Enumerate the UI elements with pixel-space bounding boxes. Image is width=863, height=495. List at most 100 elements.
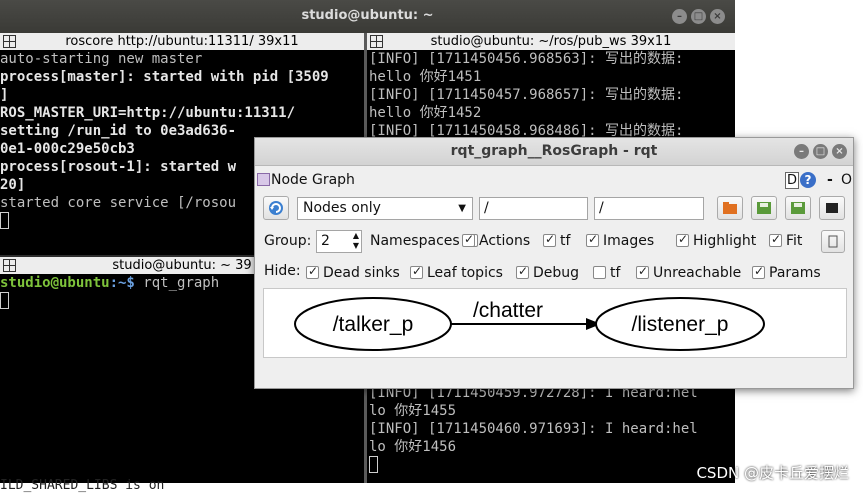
checkbox-label: Actions — [479, 233, 531, 249]
plugin-title: Node Graph — [271, 172, 355, 188]
terminal-line: hello 你好1452 — [369, 105, 482, 121]
group-value: 2 — [321, 233, 330, 249]
topic-filter-input[interactable]: / — [594, 197, 704, 220]
pane-pub-output-lower[interactable]: [INFO] [1711450459.972728]: I heard:hel l… — [367, 384, 735, 483]
refresh-button[interactable] — [263, 196, 289, 220]
checkbox-checked-icon[interactable] — [306, 264, 319, 279]
rqt-titlebar[interactable]: rqt_graph__RosGraph - rqt – □ × — [255, 138, 853, 166]
checkbox-label: Namespaces — [370, 233, 460, 249]
minimize-plugin-button[interactable]: - — [827, 172, 833, 188]
folder-icon — [723, 202, 737, 214]
shell-command: rqt_graph — [143, 275, 220, 291]
checkbox-label: Fit — [786, 233, 803, 249]
watermark: CSDN @皮卡丘爱摆烂 — [696, 464, 849, 482]
maximize-icon[interactable]: □ — [813, 144, 828, 159]
checkbox-highlight[interactable]: Highlight — [676, 232, 756, 249]
checkbox-checked-icon[interactable] — [769, 232, 782, 247]
close-plugin-button[interactable]: O — [841, 172, 852, 188]
close-icon[interactable]: × — [832, 144, 847, 159]
refresh-icon — [269, 201, 283, 215]
text-cursor — [0, 292, 9, 309]
minimize-icon[interactable]: – — [672, 9, 687, 24]
terminal-line: ROS_MASTER_URI=http://ubuntu:11311/ — [0, 105, 296, 121]
group-spinbox[interactable]: 2 ▲ ▼ — [316, 230, 362, 253]
checkbox-tf[interactable]: tf — [593, 265, 620, 281]
checkbox-fit[interactable]: Fit — [769, 232, 803, 249]
mode-select[interactable]: Nodes only ▼ — [297, 197, 473, 220]
dock-button[interactable]: D — [785, 172, 800, 189]
node-listener-label: /listener_p — [632, 313, 729, 336]
fit-view-button[interactable] — [821, 230, 845, 253]
save-svg-button[interactable] — [785, 196, 811, 220]
fit-icon — [828, 235, 838, 248]
checkbox-checked-icon[interactable] — [462, 232, 475, 247]
terminal-line: [INFO] [1711450457.968657]: 写出的数据: — [369, 87, 684, 103]
checkbox-label: tf — [610, 265, 621, 281]
text-cursor — [369, 456, 378, 473]
save-image-icon — [791, 202, 805, 214]
checkbox-checked-icon[interactable] — [636, 264, 649, 279]
checkbox-leaf-topics[interactable]: Leaf topics — [410, 264, 503, 281]
load-dot-button[interactable] — [717, 196, 743, 220]
checkbox-label: Images — [603, 233, 655, 249]
rqt-window: rqt_graph__RosGraph - rqt – □ × Node Gra… — [254, 137, 854, 389]
node-graph-icon — [257, 173, 270, 186]
checkbox-checked-icon[interactable] — [516, 264, 529, 279]
terminal-line: lo 你好1455 — [369, 403, 457, 419]
node-filter-input[interactable]: / — [479, 197, 588, 220]
save-image-button[interactable] — [819, 196, 845, 220]
screenshot-icon — [826, 203, 838, 213]
maximize-icon[interactable]: □ — [691, 9, 706, 24]
graph-svg: /talker_p /chatter /listener_p — [294, 297, 765, 351]
pane-pub-header[interactable]: studio@ubuntu: ~/ros/pub_ws 39x11 — [367, 33, 735, 50]
rqt-title: rqt_graph__RosGraph - rqt — [450, 143, 658, 159]
pane-roscore-header[interactable]: roscore http://ubuntu:11311/ 39x11 — [0, 33, 364, 50]
save-icon — [757, 202, 771, 214]
cursor-line — [369, 456, 735, 474]
terminal-line: lo 你好1456 — [369, 439, 457, 455]
close-icon[interactable]: × — [710, 9, 725, 24]
checkbox-checked-icon[interactable] — [543, 232, 556, 247]
terminal-line: [INFO] [1711450460.971693]: I heard:hel — [369, 421, 698, 437]
checkbox-debug[interactable]: Debug — [516, 264, 580, 281]
checkbox-checked-icon[interactable] — [586, 232, 599, 247]
checkbox-tf[interactable]: tf — [543, 232, 570, 249]
pane-pub-title: studio@ubuntu: ~/ros/pub_ws 39x11 — [430, 34, 672, 49]
options-row: Group: 2 ▲▼ Namespaces Actions tf Images Hig… — [255, 230, 853, 254]
checkbox-images[interactable]: Images — [586, 232, 655, 249]
checkbox-unchecked-icon[interactable] — [593, 266, 606, 279]
checkbox-params[interactable]: Params — [752, 264, 821, 281]
graph-view[interactable]: /talker_p /chatter /listener_p — [263, 288, 847, 358]
checkbox-dead-sinks[interactable]: Dead sinks — [306, 264, 400, 281]
pane-pub-output[interactable]: [INFO] [1711450456.968563]: 写出的数据: hello … — [367, 50, 735, 140]
terminal-line: [INFO] [1711450456.968563]: 写出的数据: — [369, 51, 684, 67]
hide-row: Hide: Dead sinks Leaf topics Debug tf Unreac… — [255, 262, 853, 282]
toolbar: Nodes only ▼ / / — [255, 196, 853, 222]
group-label: Group: — [264, 233, 312, 249]
hide-label: Hide: — [264, 263, 301, 279]
checkbox-actions[interactable]: Actions — [462, 232, 531, 249]
chevron-down-icon: ▼ — [458, 203, 466, 214]
plugin-header: Node Graph D ? - O — [255, 171, 853, 191]
prompt-path: :~$ — [109, 275, 144, 291]
checkbox-checked-icon[interactable] — [410, 264, 423, 279]
prompt-user: studio@ubuntu — [0, 275, 110, 291]
save-dot-button[interactable] — [751, 196, 777, 220]
checkbox-label: Dead sinks — [323, 265, 400, 281]
checkbox-checked-icon[interactable] — [676, 232, 689, 247]
spin-arrows-icon[interactable]: ▲ ▼ — [353, 231, 359, 251]
checkbox-label: Debug — [533, 265, 580, 281]
terminal-line: process[master]: started with pid [3509 — [0, 69, 329, 85]
checkbox-checked-icon[interactable] — [752, 264, 765, 279]
pane-roscore-title: roscore http://ubuntu:11311/ 39x11 — [65, 34, 299, 49]
node-talker-label: /talker_p — [333, 313, 414, 336]
terminal-titlebar[interactable]: studio@ubuntu: ~ – □ × — [0, 0, 735, 33]
text-cursor — [0, 212, 9, 229]
terminal-line: ] — [0, 87, 9, 103]
edge-chatter-label: /chatter — [473, 299, 543, 322]
help-icon[interactable]: ? — [800, 172, 816, 188]
mode-select-value: Nodes only — [303, 200, 381, 216]
checkbox-label: Leaf topics — [427, 265, 503, 281]
minimize-icon[interactable]: – — [794, 144, 809, 159]
checkbox-unreachable[interactable]: Unreachable — [636, 264, 741, 281]
